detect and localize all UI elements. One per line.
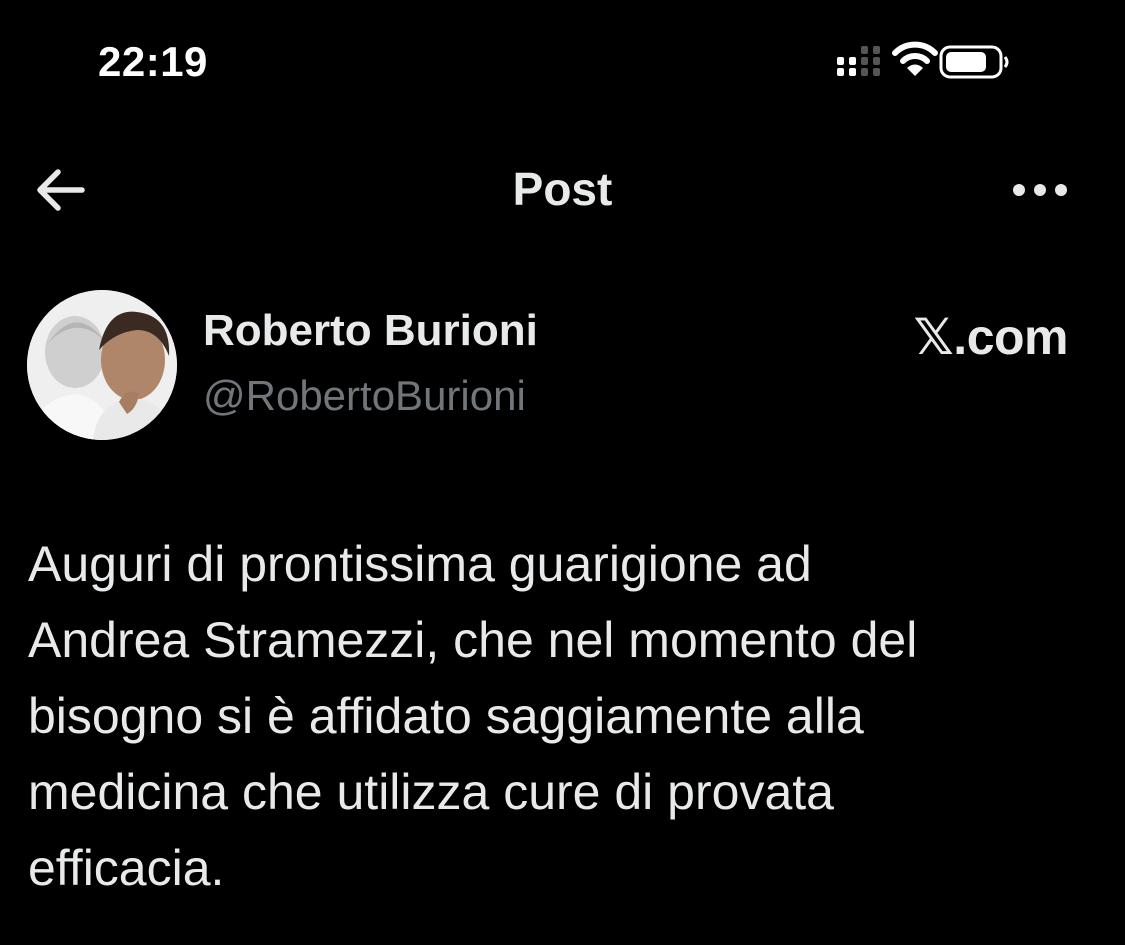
- post-text: Auguri di prontissima guarigione ad Andr…: [28, 536, 918, 896]
- profile-photo: [27, 290, 177, 440]
- more-options-button[interactable]: [1005, 165, 1075, 215]
- page-title: Post: [512, 163, 613, 215]
- more-horizontal-icon: [1013, 184, 1067, 196]
- brand-suffix: .com: [953, 309, 1068, 365]
- status-bar: 22:19: [0, 0, 1125, 120]
- author-handle[interactable]: @RobertoBurioni: [203, 372, 526, 420]
- nav-bar: Post: [0, 140, 1125, 240]
- x-logo-icon: 𝕏: [913, 308, 954, 366]
- status-time: 22:19: [98, 38, 208, 85]
- wifi-icon: [892, 41, 938, 76]
- author-display-name[interactable]: Roberto Burioni: [203, 306, 538, 356]
- battery-icon: [939, 45, 1009, 79]
- post-author: Roberto Burioni @RobertoBurioni 𝕏.com: [25, 288, 1100, 448]
- avatar[interactable]: [27, 290, 177, 440]
- cellular-signal-icon: [837, 46, 880, 76]
- x-com-logo: 𝕏.com: [914, 308, 1069, 366]
